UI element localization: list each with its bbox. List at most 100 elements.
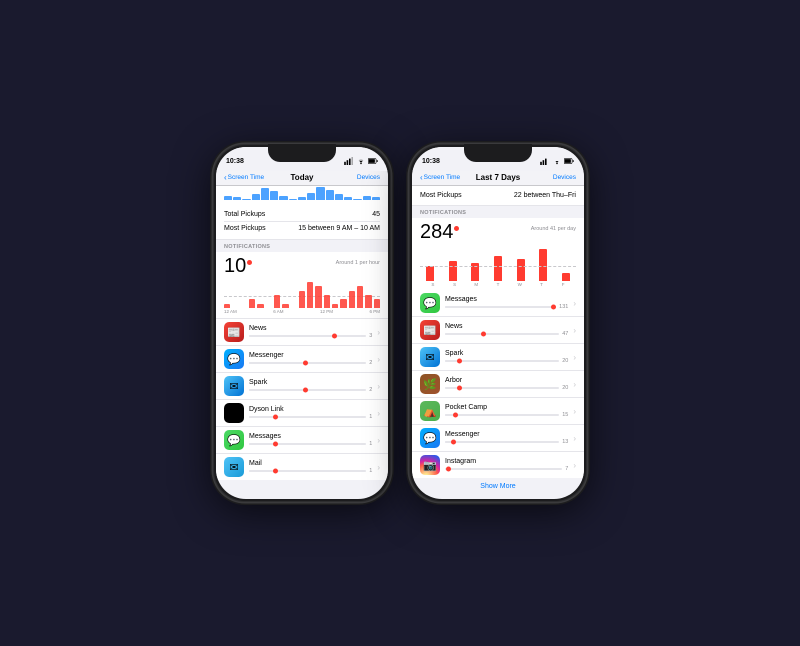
weekly-label: T (531, 282, 553, 287)
app-bar-dot (273, 442, 278, 447)
app-row[interactable]: ⛺Pocket Camp15› (412, 398, 584, 425)
app-bar-fill (445, 414, 458, 416)
mini-bar (224, 304, 230, 308)
app-info: Messenger2 (249, 352, 372, 366)
app-bar-fill (445, 468, 451, 470)
mini-bar (307, 282, 313, 308)
app-row[interactable]: DDyson Link1› (216, 400, 388, 427)
app-row[interactable]: 📰News3› (216, 319, 388, 346)
pickup-bar (252, 194, 260, 200)
pickup-bar (307, 193, 315, 200)
notif-header-1: NOTIFICATIONS (216, 240, 388, 252)
app-name: Messenger (249, 352, 372, 359)
app-bar-row: 20 (445, 385, 568, 391)
pickup-bar (316, 187, 324, 200)
app-icon-spark: ✉ (420, 347, 440, 367)
signal-icon-2 (540, 157, 550, 165)
app-bar-dot (273, 469, 278, 474)
app-bar-dot (303, 388, 308, 393)
pickups-row-2: Most Pickups 22 between Thu–Fri (412, 186, 584, 206)
app-info: Arbor20 (445, 377, 568, 391)
app-name: News (249, 325, 372, 332)
app-name: Messenger (445, 431, 568, 438)
weekly-label: T (487, 282, 509, 287)
mini-bar (249, 299, 255, 308)
app-count: 2 (369, 387, 372, 393)
app-chevron: › (573, 353, 576, 362)
app-info: Instagram7 (445, 458, 568, 472)
app-bar-track (445, 414, 559, 416)
app-row[interactable]: ✉Spark2› (216, 373, 388, 400)
stats-section-1: Total Pickups 45 Most Pickups 15 between… (216, 204, 388, 240)
app-row[interactable]: 📷Instagram7› (412, 452, 584, 478)
pickup-bar (372, 197, 380, 200)
app-bar-row: 47 (445, 331, 568, 337)
pickup-bar (326, 190, 334, 200)
status-icons-1 (344, 157, 378, 165)
app-bar-row: 2 (249, 360, 372, 366)
app-name: Mail (249, 460, 372, 467)
app-row[interactable]: 📰News47› (412, 317, 584, 344)
app-count: 20 (562, 358, 568, 364)
status-time-1: 10:38 (226, 158, 244, 165)
app-name: Spark (445, 350, 568, 357)
mini-bar (315, 286, 321, 308)
notif-header-2: NOTIFICATIONS (412, 206, 584, 218)
app-row[interactable]: 💬Messenger13› (412, 425, 584, 452)
app-chevron: › (573, 326, 576, 335)
app-name: Messages (445, 296, 568, 303)
weekly-bar-group (533, 249, 554, 281)
app-bar-track (445, 333, 559, 335)
app-bar-dot (451, 440, 456, 445)
app-icon-messages: 💬 (224, 430, 244, 450)
stat-label-total: Total Pickups (224, 211, 265, 218)
nav-title-1: Today (291, 173, 314, 182)
app-row[interactable]: 💬Messages131› (412, 290, 584, 317)
show-more[interactable]: Show More (412, 478, 584, 495)
notif-avg-1: Around 1 per hour (336, 260, 380, 266)
mini-bar (332, 304, 338, 308)
app-bar-dot (303, 361, 308, 366)
app-bar-row: 20 (445, 358, 568, 364)
app-info: Mail1 (249, 460, 372, 474)
app-row[interactable]: ✉ Spark20 › (412, 344, 584, 371)
app-list-2: 💬Messages131›📰News47›✉Spark20›🌿Arbor20›⛺… (412, 290, 584, 478)
app-bar-fill (249, 335, 337, 337)
weekly-bar (539, 249, 547, 281)
battery-icon (368, 157, 378, 165)
notch-2 (464, 144, 532, 162)
weekly-dashed (420, 266, 576, 267)
nav-devices-2[interactable]: Devices (553, 174, 576, 181)
nav-title-2: Last 7 Days (476, 173, 520, 182)
nav-back-1[interactable]: ‹ Screen Time (224, 174, 264, 182)
app-chevron: › (377, 382, 380, 391)
app-bar-fill (249, 443, 278, 445)
app-row[interactable]: 💬Messenger2› (216, 346, 388, 373)
app-name: Pocket Camp (445, 404, 568, 411)
app-bar-track (445, 387, 559, 389)
app-icon-instagram: 📷 (420, 455, 440, 475)
pickup-bar (224, 196, 232, 200)
weekly-bar-group (510, 259, 531, 281)
nav-back-2[interactable]: ‹ Screen Time (420, 174, 460, 182)
notif-avg-2: Around 41 per day (531, 226, 576, 232)
weekly-bar (517, 259, 525, 281)
pickup-bar (353, 199, 361, 200)
weekly-bar-group (420, 266, 441, 281)
app-count: 1 (369, 414, 372, 420)
wifi-icon-2 (552, 157, 562, 165)
weekly-bar (426, 266, 434, 281)
app-icon-news: 📰 (420, 320, 440, 340)
app-row[interactable]: 🌿Arbor20› (412, 371, 584, 398)
notif-dot-1 (247, 260, 252, 265)
app-info: Messages1 (249, 433, 372, 447)
app-chevron: › (573, 434, 576, 443)
app-chevron: › (573, 407, 576, 416)
app-row[interactable]: ✉Mail1› (216, 454, 388, 480)
app-count: 3 (369, 333, 372, 339)
nav-devices-1[interactable]: Devices (357, 174, 380, 181)
app-row[interactable]: 💬Messages1› (216, 427, 388, 454)
stat-label-most: Most Pickups (224, 225, 266, 232)
app-bar-fill (249, 389, 308, 391)
app-bar-fill (445, 387, 462, 389)
